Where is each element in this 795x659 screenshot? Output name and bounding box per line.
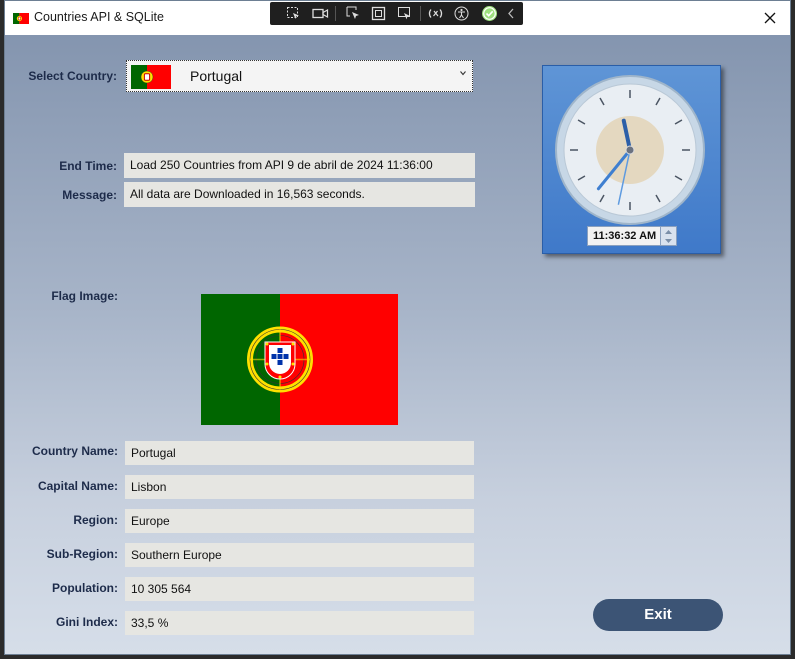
accessibility-icon[interactable] [454, 6, 469, 21]
country-name-label: Country Name: [31, 444, 118, 458]
flag-image-label: Flag Image: [51, 289, 118, 303]
pointer-icon[interactable] [346, 6, 361, 21]
spin-down-icon[interactable] [664, 238, 673, 244]
select-country-label: Select Country: [28, 69, 117, 83]
hot-reload-icon[interactable] [428, 6, 443, 21]
sub-region-field: Southern Europe [125, 543, 474, 567]
message-field: All data are Downloaded in 16,563 second… [124, 182, 475, 207]
portugal-flag-icon [13, 13, 29, 24]
exit-button[interactable]: Exit [593, 599, 723, 631]
close-button[interactable] [750, 1, 790, 35]
video-icon[interactable] [312, 6, 329, 21]
selection-icon[interactable] [397, 6, 412, 21]
close-icon [764, 12, 776, 24]
chevron-down-icon [460, 71, 466, 76]
capital-name-label: Capital Name: [37, 479, 118, 493]
region-label: Region: [73, 513, 118, 527]
analog-clock [555, 75, 705, 225]
population-field: 10 305 564 [125, 577, 474, 601]
spin-up-icon[interactable] [664, 229, 673, 235]
population-label: Population: [52, 581, 118, 595]
sub-region-label: Sub-Region: [46, 547, 118, 561]
gini-index-label: Gini Index: [55, 615, 118, 629]
end-time-label: End Time: [59, 159, 117, 173]
region-field: Europe [125, 509, 474, 533]
time-spinner[interactable] [660, 226, 677, 246]
debug-toolbar [270, 2, 523, 25]
app-window: Countries API & SQLite Select Country: P [4, 0, 791, 655]
select-element-icon[interactable] [286, 6, 301, 21]
country-name-field: Portugal [125, 441, 474, 465]
country-select[interactable]: Portugal [126, 60, 473, 92]
window-title: Countries API & SQLite [34, 10, 164, 24]
chevron-left-icon[interactable] [506, 6, 516, 21]
title-bar: Countries API & SQLite [5, 1, 790, 35]
gini-index-field: 33,5 % [125, 611, 474, 635]
flag-image [201, 294, 398, 425]
capital-name-field: Lisbon [125, 475, 474, 499]
end-time-field: Load 250 Countries from API 9 de abril d… [124, 153, 475, 178]
clock-widget: 11:36:32 AM [542, 65, 721, 254]
message-label: Message: [62, 188, 117, 202]
selected-country: Portugal [190, 68, 243, 84]
portugal-flag-icon [131, 65, 171, 89]
checkmark-icon[interactable] [481, 5, 498, 22]
main-panel: Select Country: Portugal End Time: Load … [5, 35, 790, 654]
frame-icon[interactable] [371, 6, 386, 21]
